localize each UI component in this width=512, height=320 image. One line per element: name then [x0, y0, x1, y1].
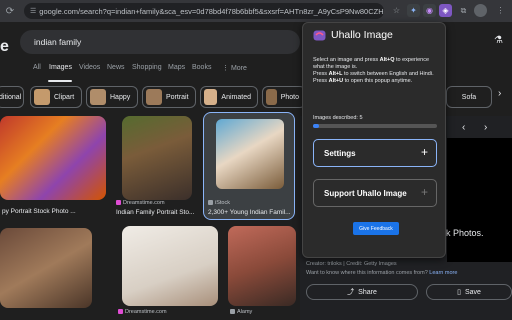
progress-fill [313, 124, 320, 128]
credit-line: Creator: triloks | Credit: Getty Images [306, 261, 397, 267]
labs-icon[interactable]: ⚗ [494, 35, 503, 46]
result-source: Alamy [230, 309, 252, 315]
chip-portrait[interactable]: Portrait [142, 86, 196, 108]
extension-icon[interactable]: ◉ [423, 4, 436, 17]
result-source: Dreamstime.com [116, 200, 165, 206]
result-thumbnail [216, 119, 284, 189]
site-favicon [116, 200, 121, 206]
search-tabs: All Images Videos News Shopping Maps Boo… [0, 64, 300, 78]
result-caption[interactable]: py Portrait Stock Photo ... [2, 208, 76, 215]
tab-maps[interactable]: Maps [168, 64, 185, 71]
result-source: Dreamstime.com [118, 309, 167, 315]
extension-icon[interactable]: ✦ [407, 4, 420, 17]
popup-instructions: Select an image and press Alt+Q to exper… [313, 57, 434, 84]
chip-thumbnail [204, 89, 218, 105]
save-button[interactable]: ▯ Save [426, 284, 512, 300]
info-line: Want to know where this information come… [306, 270, 458, 276]
previous-image-icon[interactable]: ‹ [462, 122, 465, 133]
search-input[interactable]: indian family [20, 30, 300, 54]
site-favicon [230, 309, 235, 315]
tab-all[interactable]: All [33, 64, 41, 71]
share-icon: ⤴ [347, 289, 355, 296]
result-caption[interactable]: 2,300+ Young Indian Famil... [208, 209, 291, 216]
result-source: iStock [208, 200, 230, 206]
reload-icon[interactable]: ⟳ [3, 4, 17, 18]
result-image[interactable] [122, 116, 192, 200]
result-image[interactable] [0, 116, 106, 200]
url-text: google.com/search?q=indian+family&sca_es… [39, 6, 384, 16]
menu-icon[interactable]: ⋮ [494, 4, 507, 17]
uhallo-extension-icon[interactable]: ◈ [439, 4, 452, 17]
chip-thumbnail [90, 89, 106, 105]
star-icon[interactable]: ☆ [390, 4, 403, 17]
tab-books[interactable]: Books [192, 64, 211, 71]
next-image-icon[interactable]: › [484, 122, 487, 133]
uhallo-logo-icon [313, 30, 326, 41]
google-logo[interactable]: e [0, 38, 9, 56]
tab-more[interactable]: ⋮ More [222, 64, 247, 72]
site-favicon [118, 309, 123, 315]
learn-more-link[interactable]: Learn more [429, 270, 457, 276]
active-tab-indicator [48, 80, 72, 82]
browser-toolbar: ⟳ ☰ google.com/search?q=indian+family&sc… [0, 0, 512, 22]
images-described-count: Images described: 5 [313, 115, 363, 121]
preview-heading: k Photos. [446, 228, 484, 238]
result-image[interactable] [228, 226, 296, 306]
address-bar[interactable]: ☰ google.com/search?q=indian+family&sca_… [24, 3, 384, 19]
chip-animated[interactable]: Animated [200, 86, 258, 108]
chip-clipart[interactable]: Clipart [30, 86, 82, 108]
chip-traditional[interactable]: ditional [0, 86, 24, 108]
support-button[interactable]: Support Uhallo Image + [313, 179, 437, 207]
chip-photo[interactable]: Photo [262, 86, 306, 108]
result-caption[interactable]: Indian Family Portrait Sto... [116, 209, 194, 216]
puzzle-icon[interactable]: ⧉ [457, 4, 470, 17]
chip-happy[interactable]: Happy [86, 86, 138, 108]
chip-thumbnail [146, 89, 162, 105]
result-image[interactable] [122, 226, 218, 306]
tab-images[interactable]: Images [49, 64, 72, 71]
chip-sofa[interactable]: Sofa [446, 86, 492, 108]
uhallo-popup: Uhallo Image Select an image and press A… [302, 22, 446, 258]
plus-icon: + [420, 185, 428, 199]
tab-shopping[interactable]: Shopping [132, 64, 162, 71]
result-image[interactable] [0, 228, 92, 308]
avatar[interactable] [474, 4, 487, 17]
preview-image[interactable] [447, 138, 512, 262]
tab-videos[interactable]: Videos [79, 64, 100, 71]
tab-news[interactable]: News [107, 64, 125, 71]
popup-title: Uhallo Image [331, 29, 393, 41]
settings-button[interactable]: Settings + [313, 139, 437, 167]
plus-icon: + [420, 145, 428, 159]
bookmark-icon: ▯ [457, 289, 461, 296]
popup-header: Uhallo Image [313, 29, 393, 41]
give-feedback-button[interactable]: Give Feedback [353, 222, 399, 235]
site-favicon [208, 200, 213, 206]
chevron-right-icon[interactable]: › [498, 88, 512, 106]
share-button[interactable]: ⤴ Share [306, 284, 418, 300]
tune-icon: ☰ [30, 8, 37, 15]
progress-bar [313, 124, 437, 128]
chip-thumbnail [34, 89, 50, 105]
chip-thumbnail [266, 89, 277, 105]
